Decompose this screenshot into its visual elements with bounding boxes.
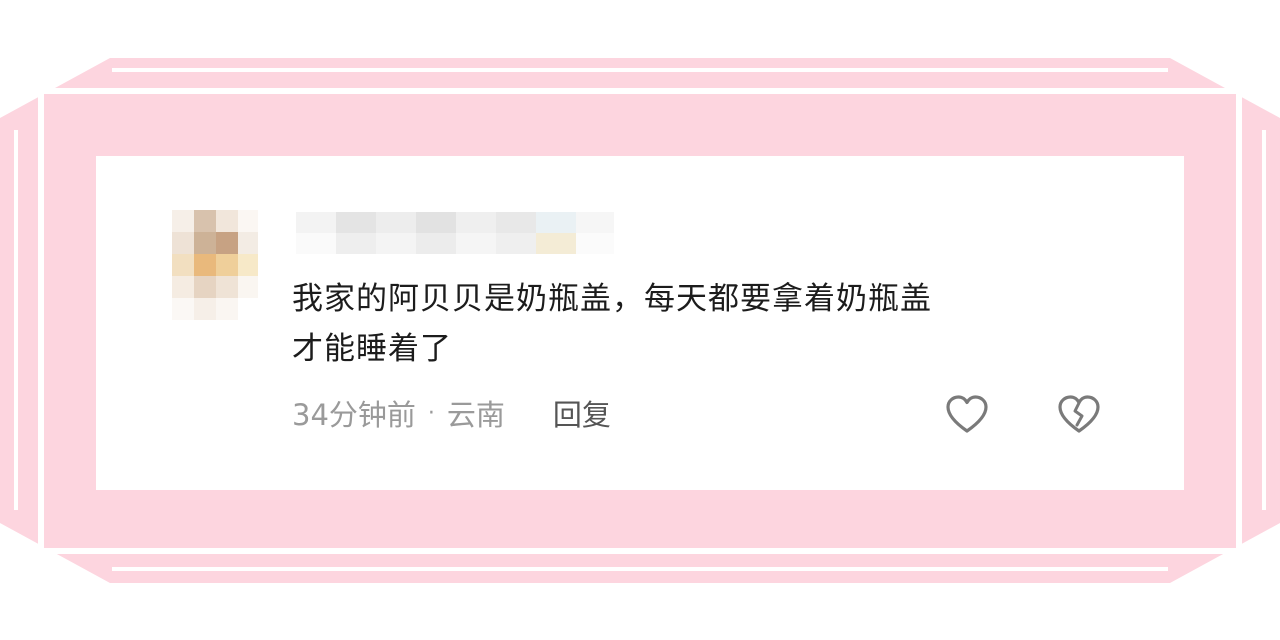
avatar[interactable] [172,210,258,320]
frame-line-top [112,68,1168,72]
comment-meta: 34分钟前 · 云南 回复 [292,392,611,434]
username-redacted[interactable] [296,212,614,254]
frame-line-left [14,130,18,510]
reply-button[interactable]: 回复 [553,392,611,434]
broken-heart-icon [1058,395,1100,433]
comment-location: 云南 [446,398,505,432]
dislike-button[interactable] [1056,392,1102,438]
heart-icon [946,395,988,433]
comment-time: 34分钟前 [292,398,416,432]
frame-line-bottom [112,567,1168,571]
comment-card: 我家的阿贝贝是奶瓶盖，每天都要拿着奶瓶盖 才能睡着了 34分钟前 · 云南 回复 [96,156,1184,490]
comment-text: 我家的阿贝贝是奶瓶盖，每天都要拿着奶瓶盖 才能睡着了 [292,274,1132,374]
frame-line-right [1262,130,1266,510]
like-button[interactable] [944,392,990,438]
comment-line-2: 才能睡着了 [292,331,452,367]
comment-line-1: 我家的阿贝贝是奶瓶盖，每天都要拿着奶瓶盖 [292,281,932,317]
image-stage: 我家的阿贝贝是奶瓶盖，每天都要拿着奶瓶盖 才能睡着了 34分钟前 · 云南 回复 [0,0,1280,640]
meta-separator: · [427,400,435,426]
